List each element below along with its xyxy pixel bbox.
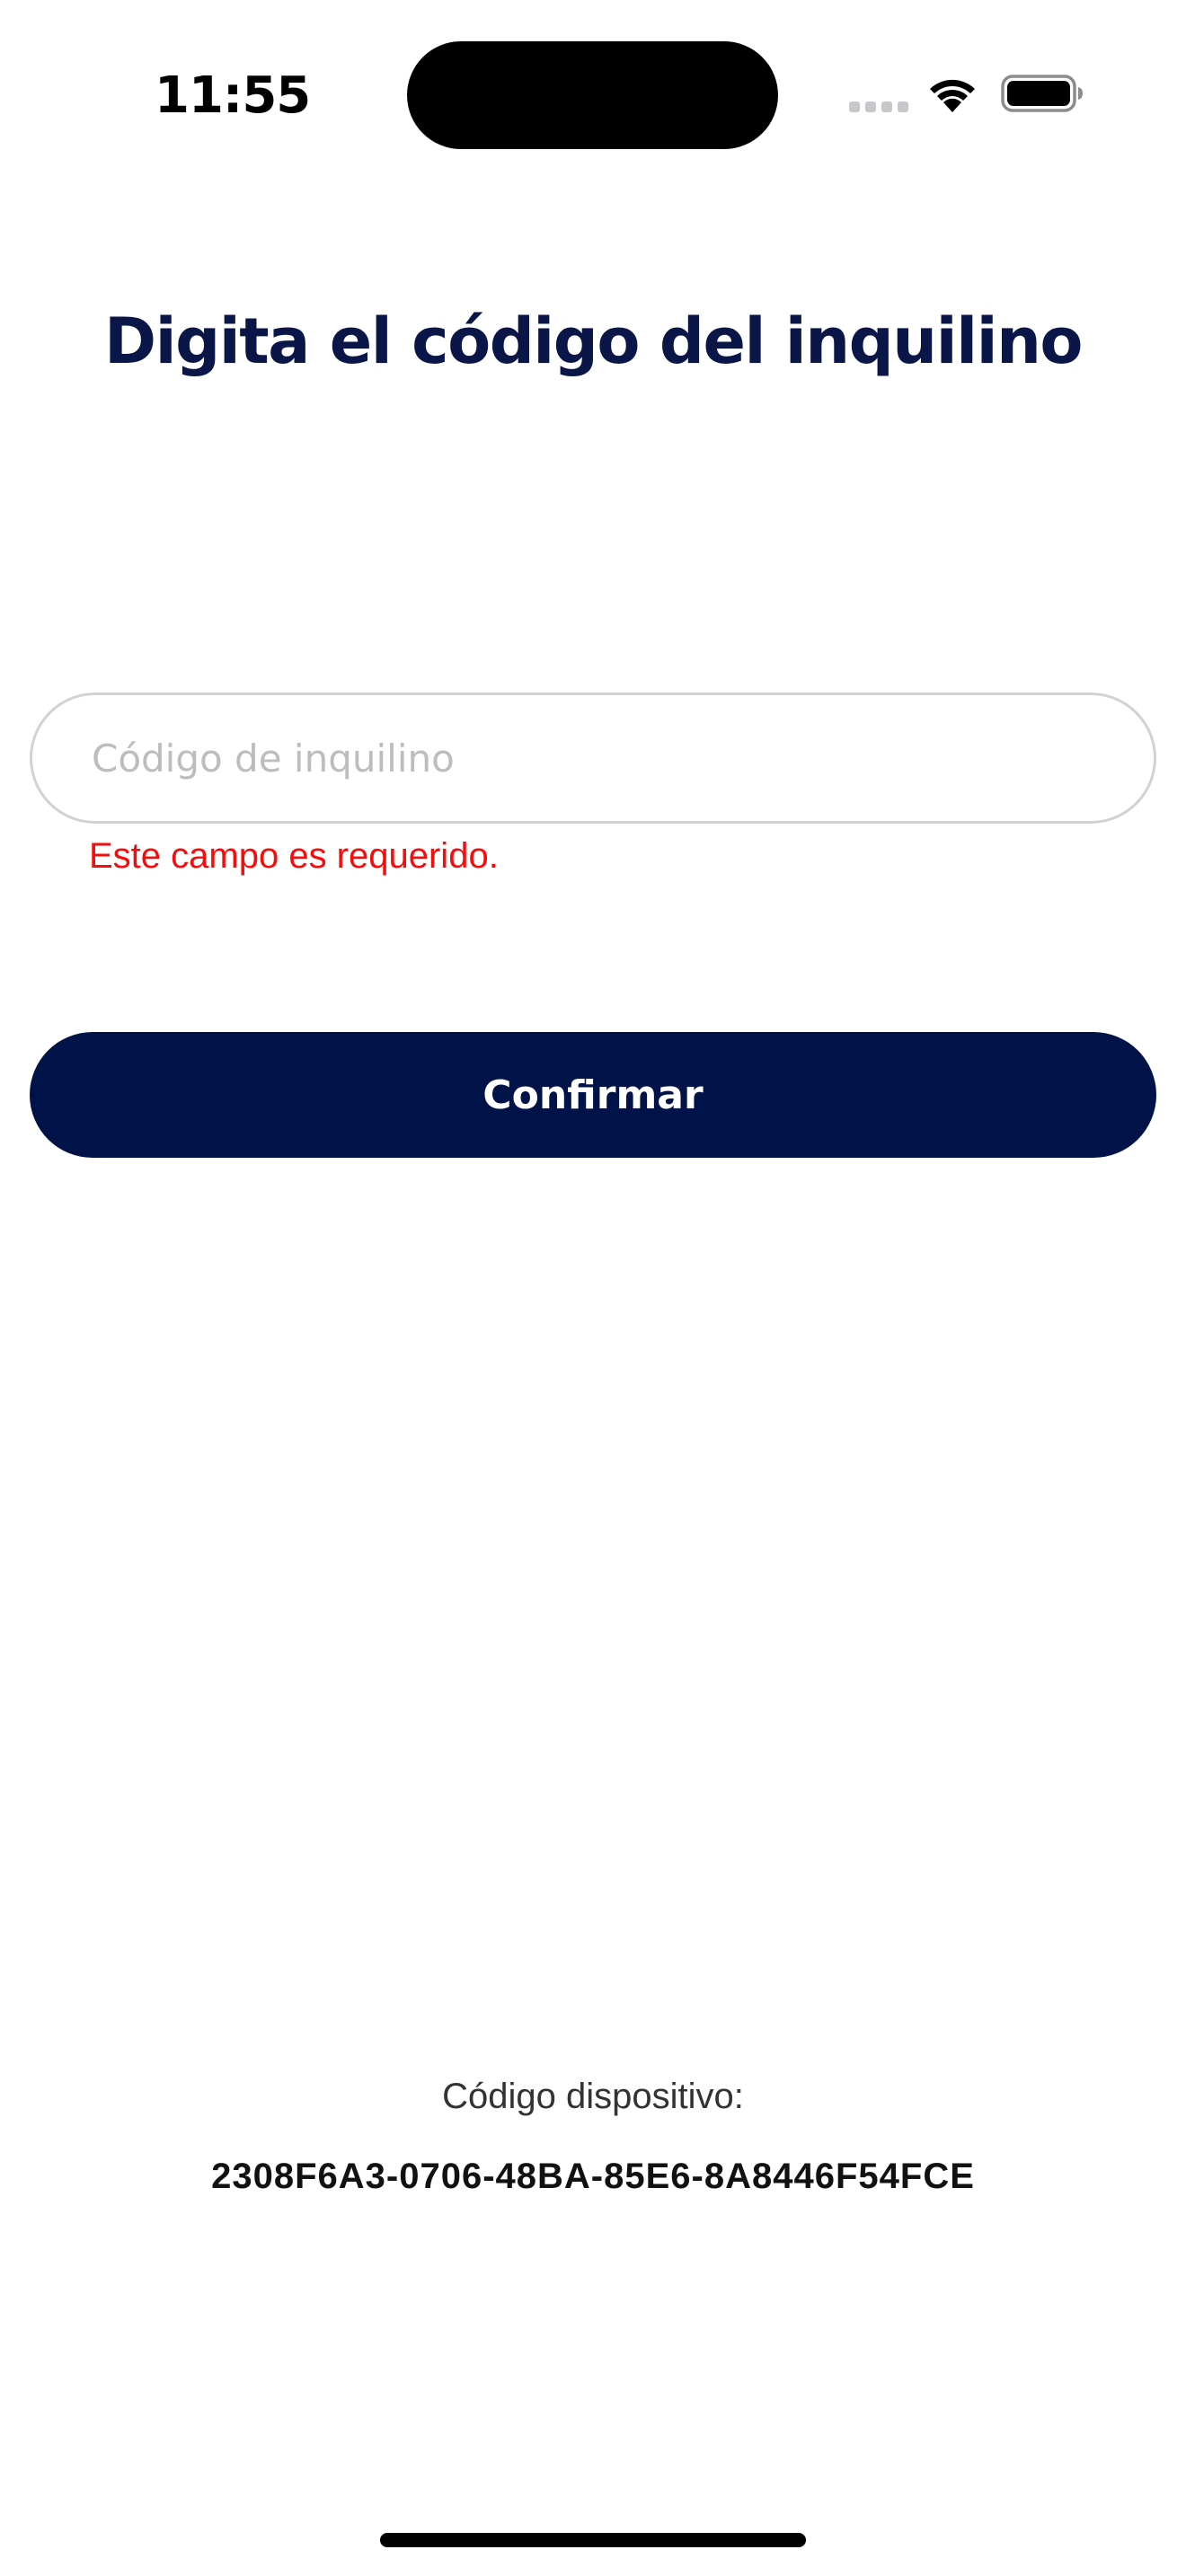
wifi-icon — [930, 79, 975, 112]
cellular-signal-icon — [849, 101, 908, 112]
tenant-code-error: Este campo es requerido. — [89, 836, 499, 876]
device-code-label: Código dispositivo: — [442, 2077, 744, 2116]
dynamic-island — [407, 41, 778, 149]
tenant-code-input[interactable] — [30, 693, 1156, 824]
page-title: Digita el código del inquilino — [104, 304, 1084, 378]
home-indicator[interactable] — [380, 2533, 806, 2547]
status-bar-time: 11:55 — [155, 66, 311, 125]
battery-icon — [1001, 75, 1083, 112]
device-code-value: 2308F6A3-0706-48BA-85E6-8A8446F54FCE — [211, 2157, 975, 2196]
confirm-button[interactable]: Confirmar — [30, 1032, 1156, 1158]
